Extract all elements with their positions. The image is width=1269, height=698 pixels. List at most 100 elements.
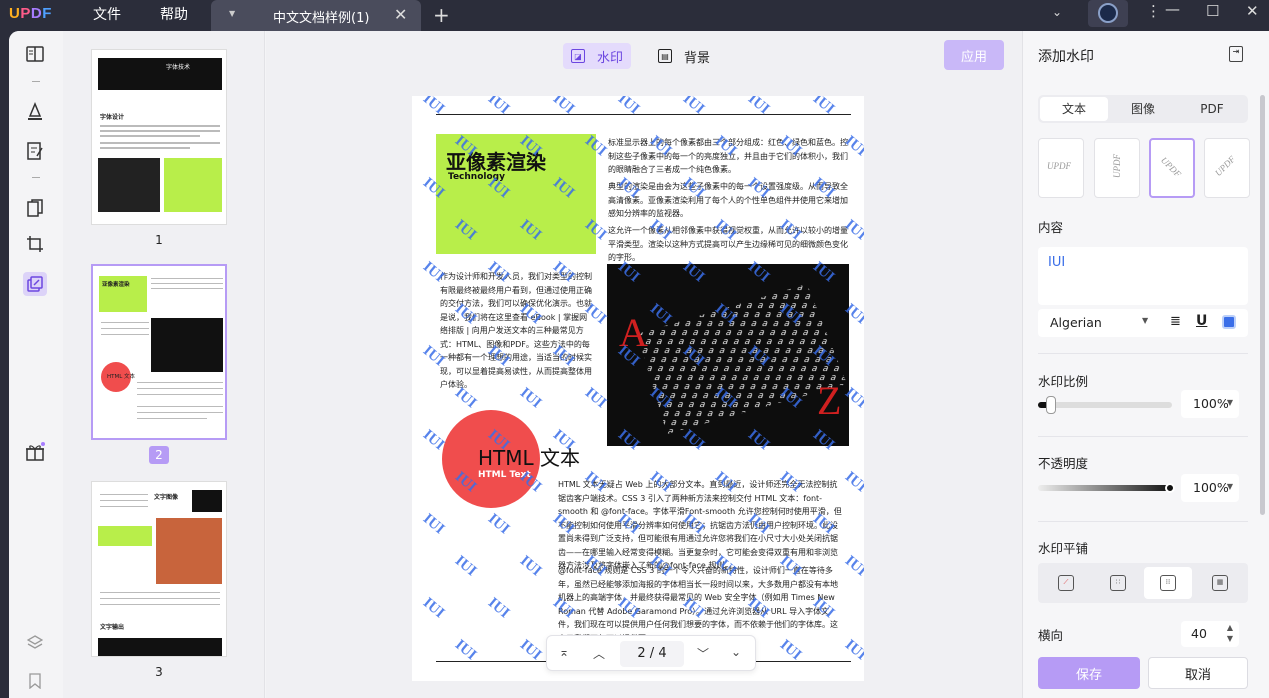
html-text-subheading: HTML Text [478, 470, 531, 480]
color-swatch[interactable] [1222, 315, 1236, 329]
watermark-text-input[interactable]: IUI [1038, 247, 1248, 305]
minimize-icon[interactable]: — [1165, 0, 1180, 18]
exit-icon[interactable]: ⇥ [1229, 46, 1243, 62]
opacity-slider[interactable] [1038, 485, 1172, 491]
bookmark-icon[interactable] [23, 669, 47, 693]
style-diagonal-up[interactable]: UPDF [1204, 138, 1250, 198]
thumb1-heading: 字体设计 [100, 114, 125, 121]
last-page-icon[interactable]: ⌄ [731, 645, 741, 659]
crop-icon[interactable] [23, 232, 47, 256]
para-right-3: 这允许一个像素从相邻像素中获得视觉权重，从而允许以较小的增量平滑类型。渲染以这种… [608, 226, 848, 262]
font-dropdown-icon[interactable]: ▼ [1142, 316, 1148, 325]
more-icon[interactable]: ⋮ [1146, 2, 1161, 20]
watermark-mark: IUI [516, 552, 545, 580]
tile-medium-button[interactable]: ⁞⁞ [1144, 567, 1192, 599]
typography-photo: a A Z [607, 264, 849, 446]
panel-scrollbar[interactable] [1260, 95, 1265, 515]
document-tab[interactable]: ▼ 中文文档样例(1) ✕ [211, 0, 421, 31]
apply-button[interactable]: 应用 [944, 40, 1004, 70]
opacity-label: 不透明度 [1038, 456, 1089, 471]
tile-dense-button[interactable]: ▦ [1196, 567, 1244, 599]
layers-icon[interactable] [23, 630, 47, 654]
thumb2-title: 亚像素渲染 [102, 282, 130, 288]
thumbnail-page-1[interactable]: 字体技术 字体设计 [91, 49, 227, 225]
watermark-text-value: IUI [1048, 255, 1066, 270]
style-horizontal[interactable]: UPDF [1038, 138, 1084, 198]
menu-help[interactable]: 帮助 [160, 4, 188, 24]
cancel-button[interactable]: 取消 [1148, 657, 1248, 689]
background-icon: ▤ [658, 49, 672, 63]
watermark-icon: ◪ [571, 49, 585, 63]
tab-watermark[interactable]: ◪ 水印 [563, 43, 632, 69]
current-page: 2 [637, 646, 646, 661]
page-number-1: 1 [155, 233, 163, 247]
chevron-down-icon[interactable]: ⌄ [1052, 5, 1062, 19]
para-html-1: HTML 文本无疑占 Web 上的大部分文本。直到最近，设计师还完全无法控制抗锯… [558, 480, 842, 570]
close-window-icon[interactable]: ✕ [1246, 2, 1259, 20]
avatar[interactable] [1088, 0, 1128, 27]
watermark-mark: IUI [484, 594, 513, 622]
tile-sparse-button[interactable]: ∷ [1094, 567, 1142, 599]
stepper-icon[interactable]: ▲ ▼ [1227, 622, 1233, 644]
scale-slider[interactable] [1038, 402, 1172, 408]
tool-rail [9, 31, 63, 698]
para-html-2: @font-face 规则是 CSS 3 的一个令人兴奋的新特性，设计师们一直在… [558, 566, 838, 643]
comment-icon[interactable] [23, 99, 47, 123]
svg-text:A: A [619, 310, 648, 355]
gift-icon[interactable] [23, 440, 47, 464]
opacity-slider-handle[interactable] [1165, 483, 1175, 493]
font-select[interactable]: Algerian [1050, 315, 1102, 330]
tile-options: ⟋ ∷ ⁞⁞ ▦ [1038, 563, 1248, 603]
font-row: Algerian ▼ ≣ U [1038, 309, 1248, 337]
opacity-select[interactable]: 100% ▼ [1181, 474, 1239, 502]
scale-select[interactable]: 100% ▼ [1181, 390, 1239, 418]
save-button[interactable]: 保存 [1038, 657, 1140, 689]
title-bar: UPDF 文件 帮助 ▼ 中文文档样例(1) ✕ + ⌄ ⋮ — ☐ ✕ [0, 0, 1269, 31]
source-tabs: 文本 图像 PDF [1038, 95, 1248, 123]
organize-pages-icon[interactable] [23, 196, 47, 220]
style-vertical[interactable]: UPDF [1094, 138, 1140, 198]
main-frame: 字体技术 字体设计 1 亚像素渲染 HTML 文本 2 文字图像 文字输出 3 … [9, 31, 1269, 698]
new-tab-icon[interactable]: + [433, 3, 450, 27]
style-diagonal-down[interactable]: UPDF [1149, 138, 1195, 198]
watermark-mark: IUI [841, 552, 864, 580]
tab-pdf[interactable]: PDF [1178, 97, 1246, 121]
thumbnail-page-2[interactable]: 亚像素渲染 HTML 文本 [91, 264, 227, 440]
pdf-page: 亚像素渲染 Technology 标准显示器上的每个像素都由三个部分组成：红色、… [412, 96, 864, 681]
thumbnail-page-3[interactable]: 文字图像 文字输出 [91, 481, 227, 657]
svg-text:Z: Z [817, 378, 841, 423]
underline-button[interactable]: U [1196, 313, 1207, 329]
tab-background[interactable]: ▤ 背景 [650, 43, 718, 69]
reader-icon[interactable] [23, 42, 47, 66]
tab-image[interactable]: 图像 [1109, 97, 1177, 121]
watermark-mark: IUI [419, 510, 448, 538]
thumb3-heading: 文字输出 [100, 624, 125, 631]
tab-close-icon[interactable]: ✕ [394, 5, 407, 24]
next-page-icon[interactable]: ﹀ [697, 645, 709, 662]
tab-watermark-label: 水印 [597, 50, 624, 66]
thumb1-title: 字体技术 [166, 64, 191, 71]
tab-text[interactable]: 文本 [1040, 97, 1108, 121]
thumbnail-panel: 字体技术 字体设计 1 亚像素渲染 HTML 文本 2 文字图像 文字输出 3 [63, 31, 265, 698]
align-icon[interactable]: ≣ [1170, 314, 1181, 329]
html-text-heading: HTML 文本 [478, 446, 581, 470]
page-indicator[interactable]: 2 / 4 [620, 641, 684, 667]
scale-slider-handle[interactable] [1046, 396, 1057, 414]
edit-icon[interactable] [23, 139, 47, 163]
prev-page-icon[interactable]: ︿ [593, 645, 605, 662]
first-page-icon[interactable]: ⌅ [559, 645, 569, 659]
menu-file[interactable]: 文件 [93, 4, 121, 24]
scale-label: 水印比例 [1038, 374, 1089, 389]
watermark-mark: IUI [419, 594, 448, 622]
horizontal-spacing-input[interactable]: 40 ▲ ▼ [1181, 621, 1239, 647]
tab-dropdown-icon[interactable]: ▼ [229, 9, 235, 18]
page-number-2[interactable]: 2 [149, 446, 169, 464]
total-pages: 4 [658, 646, 667, 661]
maximize-icon[interactable]: ☐ [1206, 2, 1219, 20]
document-area: ◪ 水印 ▤ 背景 应用 亚像素渲染 Technology 标准显示器上的每个像… [266, 31, 1022, 698]
para-left: 作为设计师和开发人员，我们对类型的控制有限最终被最终用户看到，但通过使用正确的交… [440, 272, 592, 389]
para-right-1: 标准显示器上的每个像素都由三个部分组成：红色、绿色和蓝色。控制这些子像素中的每一… [608, 138, 848, 174]
tile-none-button[interactable]: ⟋ [1042, 567, 1090, 599]
watermark-tool-icon[interactable] [23, 272, 47, 296]
tab-background-label: 背景 [684, 50, 711, 66]
